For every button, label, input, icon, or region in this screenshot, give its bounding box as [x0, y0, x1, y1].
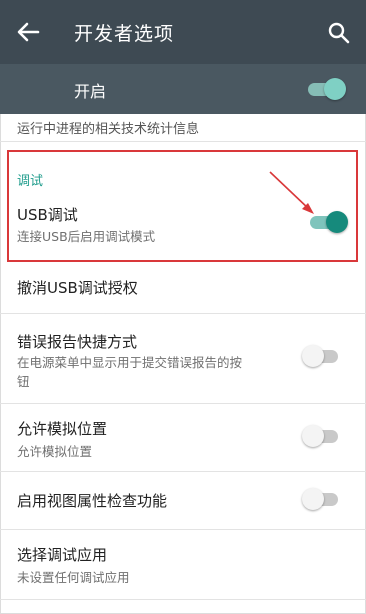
bug-report-summary-line1: 在电源菜单中显示用于提交错误报告的按 [17, 355, 243, 370]
mock-location-switch[interactable] [302, 424, 342, 448]
switch-thumb [324, 78, 346, 100]
switch-thumb [302, 345, 324, 367]
switch-thumb [302, 425, 324, 447]
select-debug-app-summary: 未设置任何调试应用 [17, 570, 130, 585]
search-icon[interactable] [326, 20, 352, 46]
bug-report-summary-line2: 钮 [17, 374, 30, 389]
usb-debug-summary: 连接USB后启用调试模式 [17, 229, 156, 244]
divider [0, 599, 366, 600]
master-toggle-label: 开启 [74, 82, 107, 101]
bug-report-title: 错误报告快捷方式 [17, 333, 138, 351]
section-header-debug: 调试 [17, 174, 44, 189]
divider [0, 403, 366, 404]
master-toggle-bar[interactable]: 开启 [0, 64, 366, 114]
mock-location-summary: 允许模拟位置 [17, 444, 93, 459]
view-attribute-inspection-switch[interactable] [302, 487, 342, 511]
view-attribute-inspection-title: 启用视图属性检查功能 [17, 492, 168, 510]
app-bar: 开发者选项 [0, 0, 366, 64]
arrow-back-icon[interactable] [14, 18, 44, 46]
bug-report-switch[interactable] [302, 344, 342, 368]
page-title: 开发者选项 [74, 23, 175, 45]
red-arrow-annotation [269, 171, 314, 214]
switch-thumb [326, 211, 348, 233]
divider [0, 141, 366, 142]
revoke-usb-auth-title: 撤消USB调试授权 [17, 279, 138, 297]
switch-thumb [302, 488, 324, 510]
divider [0, 529, 366, 530]
process-stats-summary: 运行中进程的相关技术统计信息 [17, 122, 200, 137]
divider [0, 471, 366, 472]
usb-debug-title: USB调试 [17, 206, 78, 224]
mock-location-title: 允许模拟位置 [17, 420, 108, 438]
divider [0, 313, 366, 314]
master-toggle-switch[interactable] [306, 77, 346, 101]
select-debug-app-title: 选择调试应用 [17, 546, 108, 564]
